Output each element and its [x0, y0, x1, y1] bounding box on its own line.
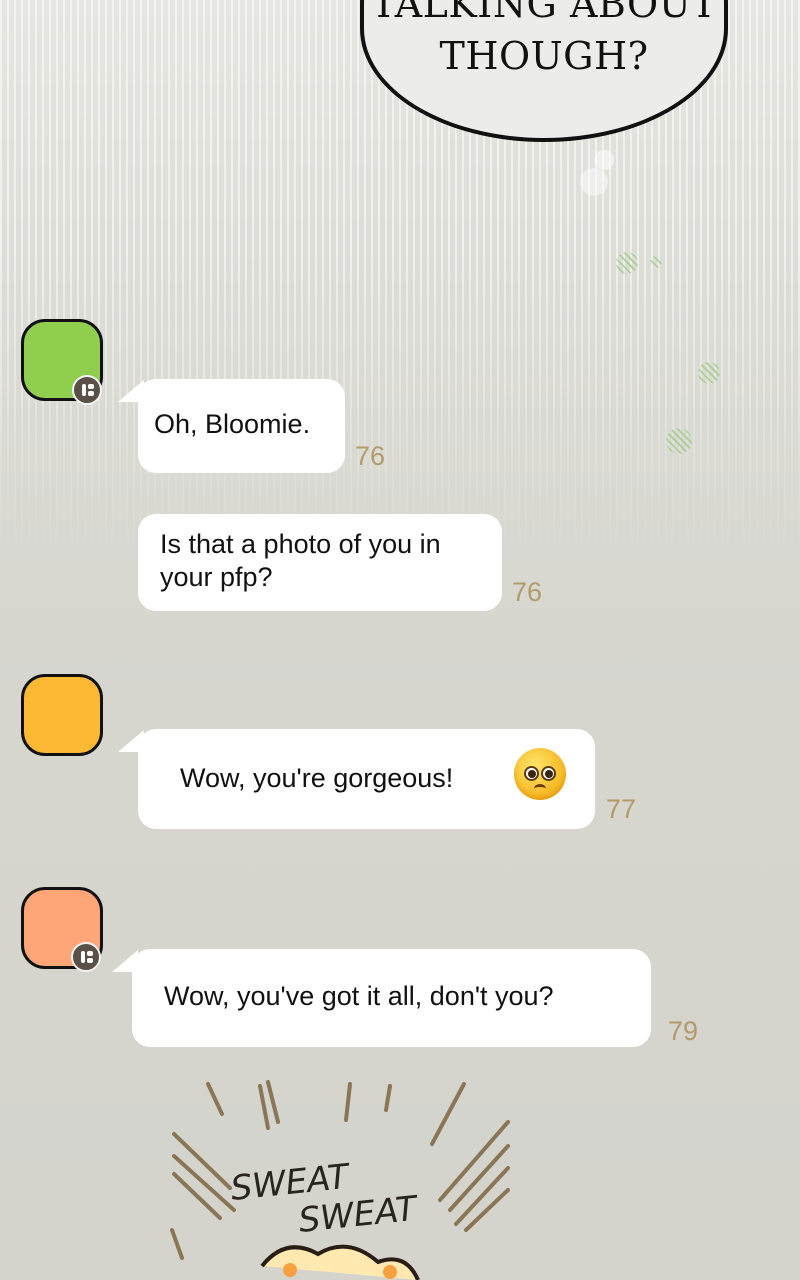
decor-circle	[580, 168, 608, 196]
message-bubble: Wow, you've got it all, don't you?	[132, 949, 651, 1047]
message-text: Wow, you've got it all, don't you?	[164, 981, 554, 1011]
speech-bubble-text: TALKING ABOUT THOUGH?	[360, 0, 728, 82]
speech-line-2: THOUGH?	[439, 34, 649, 78]
badge-icon	[71, 942, 101, 972]
avatar-yellow[interactable]	[21, 674, 103, 756]
decor-circle	[616, 252, 638, 274]
decor-circle	[666, 428, 692, 454]
decor-circle	[650, 256, 662, 268]
message-text-line-2: your pfp?	[160, 562, 273, 592]
message-bubble: Oh, Bloomie.	[138, 379, 345, 473]
pleading-face-icon	[514, 748, 566, 800]
decor-circle	[594, 150, 614, 170]
badge-icon	[72, 375, 102, 405]
speech-line-1: TALKING ABOUT	[370, 0, 718, 26]
unread-count: 79	[668, 1016, 699, 1046]
unread-count: 76	[355, 441, 386, 471]
message-text: Oh, Bloomie.	[154, 409, 311, 439]
unread-count: 77	[606, 794, 637, 824]
unread-count: 76	[512, 577, 543, 607]
message-text-line-1: Is that a photo of you in	[160, 529, 441, 559]
sweat-sound-effect: SWEAT SWEAT	[170, 1080, 510, 1280]
decor-circle	[698, 362, 720, 384]
message-bubble: Is that a photo of you in your pfp?	[138, 514, 502, 611]
